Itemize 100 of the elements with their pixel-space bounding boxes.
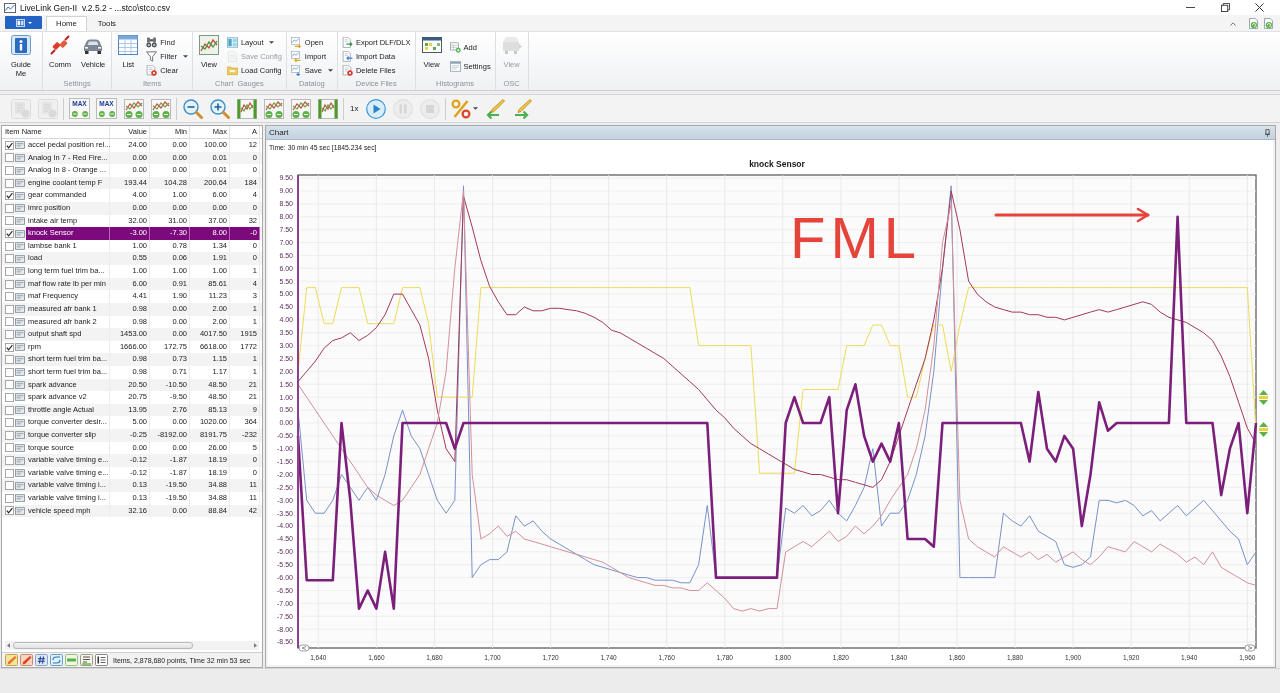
checkbox[interactable] xyxy=(5,166,14,175)
checkbox[interactable] xyxy=(5,140,14,150)
card-icon xyxy=(15,317,25,326)
play-button[interactable] xyxy=(365,98,387,119)
checkbox[interactable] xyxy=(5,191,14,201)
card-icon xyxy=(15,406,25,415)
checkbox[interactable] xyxy=(5,304,14,314)
checkbox[interactable] xyxy=(5,342,14,352)
checkbox[interactable] xyxy=(5,367,14,377)
chart-bars-icon xyxy=(236,98,257,119)
card-icon xyxy=(15,330,25,339)
play-icon xyxy=(365,98,386,119)
toolbar-button[interactable] xyxy=(484,98,506,119)
range-handle-icon[interactable] xyxy=(298,644,310,652)
zoom-out-icon xyxy=(182,98,203,119)
window-icon xyxy=(449,60,461,72)
pencil-icon[interactable] xyxy=(20,654,33,666)
text-format-icon[interactable] xyxy=(80,654,93,666)
card-icon xyxy=(15,343,25,352)
percent-icon xyxy=(451,98,472,119)
checkbox[interactable] xyxy=(5,254,14,264)
checkbox[interactable] xyxy=(5,380,14,390)
machine-icon xyxy=(501,35,522,55)
checkbox[interactable] xyxy=(5,405,14,415)
checkbox[interactable] xyxy=(5,279,14,289)
info-icon xyxy=(11,35,31,55)
document-arrow-icon xyxy=(341,51,353,62)
document-x-icon xyxy=(341,65,353,77)
toolbar-button[interactable] xyxy=(236,98,257,119)
pencil-icon[interactable] xyxy=(5,654,18,666)
document-badge-icon[interactable] xyxy=(1248,18,1259,29)
checkbox[interactable] xyxy=(5,418,14,428)
pin-icon[interactable] xyxy=(1265,128,1270,137)
document-badge-icon[interactable] xyxy=(1263,18,1274,29)
toolbar-button[interactable] xyxy=(451,98,479,119)
arrows-icon xyxy=(70,111,89,117)
toolbar-button[interactable] xyxy=(263,98,284,119)
card-icon xyxy=(15,469,25,478)
toolbar-button[interactable] xyxy=(123,98,144,119)
checkbox[interactable] xyxy=(5,203,14,213)
list-icon[interactable] xyxy=(95,654,108,666)
chevron-up-icon[interactable] xyxy=(1230,22,1236,26)
checkbox[interactable] xyxy=(5,229,14,239)
toolbar-button[interactable] xyxy=(290,98,311,119)
card-icon xyxy=(15,191,25,200)
card-icon xyxy=(15,204,25,213)
card-icon xyxy=(15,267,25,276)
caret-icon xyxy=(327,69,333,73)
close-icon[interactable] xyxy=(1255,3,1264,12)
speed-button[interactable]: 1x xyxy=(349,98,360,119)
checkbox[interactable] xyxy=(5,430,14,440)
loop-icon[interactable] xyxy=(50,654,63,666)
card-icon xyxy=(15,280,25,288)
double-arrow-icon[interactable] xyxy=(1259,390,1268,405)
checkbox[interactable] xyxy=(5,329,14,339)
card-icon xyxy=(15,443,25,452)
card-icon xyxy=(15,380,25,389)
stop-icon xyxy=(419,98,440,119)
checkbox[interactable] xyxy=(5,355,14,365)
card-icon xyxy=(15,431,25,440)
line-chart-icon xyxy=(198,35,219,55)
card-icon xyxy=(15,292,25,301)
range-handle-icon[interactable] xyxy=(1244,644,1256,652)
card-icon xyxy=(15,355,25,364)
hash-icon[interactable] xyxy=(35,654,48,666)
card-icon xyxy=(15,305,25,314)
checkbox[interactable] xyxy=(5,393,14,402)
checkbox[interactable] xyxy=(5,317,14,327)
card-icon xyxy=(15,179,25,188)
scroll-right-icon[interactable] xyxy=(254,643,257,648)
scrollbar-thumb[interactable] xyxy=(13,642,193,649)
checkbox[interactable] xyxy=(5,443,14,453)
pause-icon xyxy=(392,98,413,119)
checkbox[interactable] xyxy=(5,266,14,276)
checkbox[interactable] xyxy=(5,506,14,516)
scroll-left-icon[interactable] xyxy=(7,643,10,648)
card-icon xyxy=(15,494,25,503)
card-icon xyxy=(15,368,25,377)
double-arrow-icon[interactable] xyxy=(1259,422,1268,437)
scrollbar-track[interactable] xyxy=(5,641,259,650)
document-icon xyxy=(37,98,58,119)
checkbox[interactable] xyxy=(5,153,14,163)
panel-title: Chart xyxy=(269,128,289,137)
checkbox[interactable] xyxy=(5,493,14,503)
restore-icon[interactable] xyxy=(1221,3,1230,12)
card-icon xyxy=(15,254,25,263)
checkbox[interactable] xyxy=(5,468,14,478)
chart-bars-icon xyxy=(317,98,338,119)
toolbar-button[interactable] xyxy=(182,98,203,119)
checkbox[interactable] xyxy=(5,292,14,302)
toolbar-button[interactable] xyxy=(317,98,338,119)
checkbox[interactable] xyxy=(5,216,14,226)
card-icon xyxy=(15,229,25,238)
checkbox[interactable] xyxy=(5,241,14,251)
toolbar-button[interactable] xyxy=(209,98,230,119)
app-menu-button[interactable] xyxy=(5,16,42,29)
checkbox[interactable] xyxy=(5,178,14,188)
checkbox[interactable] xyxy=(5,456,14,466)
toolbar-button[interactable] xyxy=(150,98,171,119)
checkbox[interactable] xyxy=(5,481,14,491)
